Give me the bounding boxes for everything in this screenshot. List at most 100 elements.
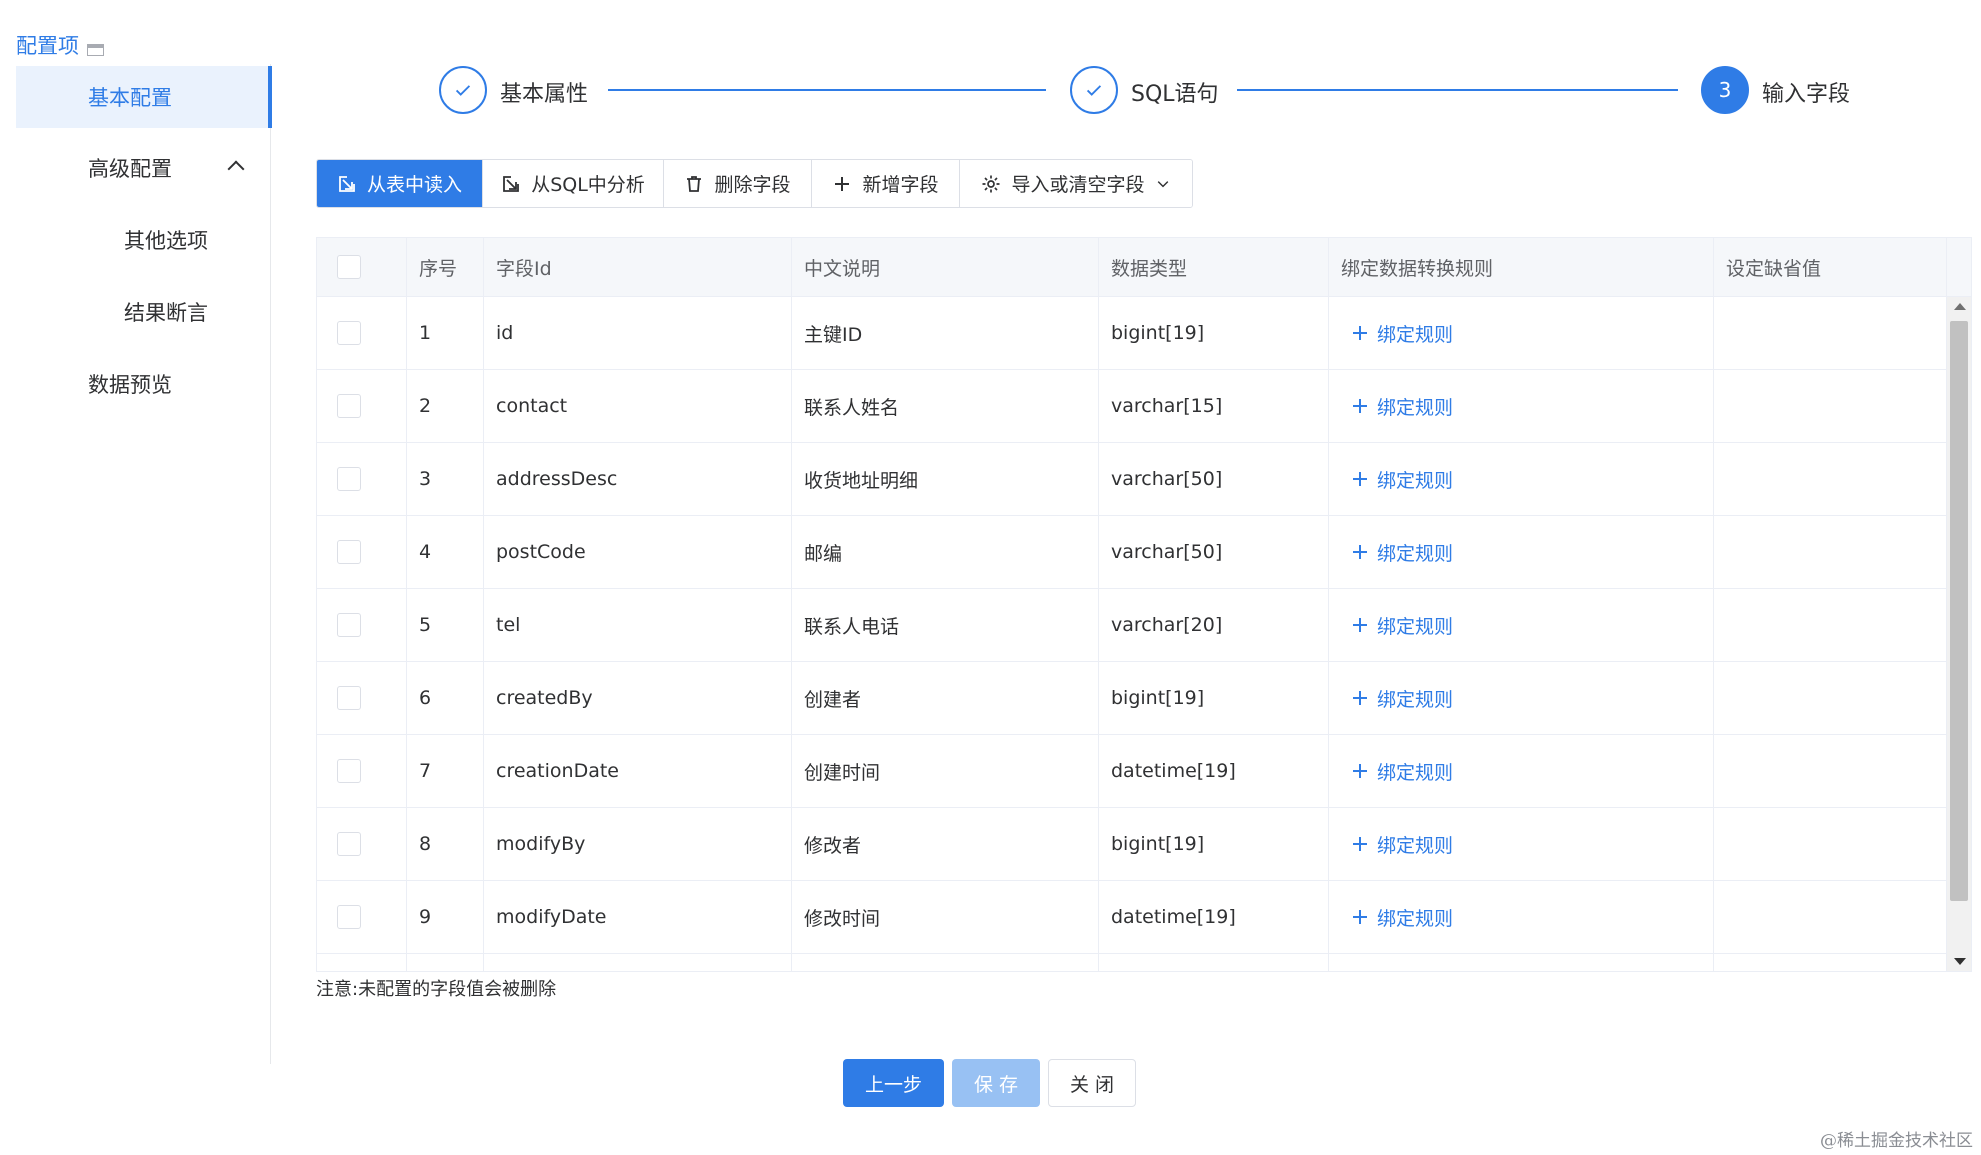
import-clear-fields-dropdown[interactable]: 导入或清空字段: [960, 160, 1192, 207]
bind-rule-link[interactable]: 绑定规则: [1329, 904, 1453, 931]
plus-icon: [1353, 472, 1367, 486]
row-checkbox[interactable]: [337, 540, 361, 564]
table-row[interactable]: 9 modifyDate 修改时间 datetime[19] 绑定规则: [317, 881, 1947, 954]
add-field-button[interactable]: 新增字段: [812, 160, 960, 207]
previous-step-button[interactable]: 上一步: [843, 1059, 944, 1107]
sidebar: 基本配置 高级配置 其他选项 结果断言 数据预览: [16, 64, 272, 1064]
row-no-cell: 6: [407, 662, 484, 734]
bind-rule-link[interactable]: 绑定规则: [1329, 685, 1453, 712]
step-label-basic: 基本属性: [500, 82, 589, 107]
sidebar-item-label: 数据预览: [88, 373, 172, 397]
row-select-cell: [317, 735, 407, 807]
table-cell: [1099, 954, 1329, 971]
read-from-table-button[interactable]: 从表中读入: [317, 160, 483, 207]
watermark: @稀土掘金技术社区: [1820, 1131, 1973, 1151]
row-checkbox[interactable]: [337, 613, 361, 637]
table-row[interactable]: 5 tel 联系人电话 varchar[20] 绑定规则: [317, 589, 1947, 662]
bind-rule-link[interactable]: 绑定规则: [1329, 393, 1453, 420]
trash-icon: [687, 175, 702, 192]
sidebar-item-result-assertion[interactable]: 结果断言: [16, 281, 270, 343]
row-data-type-cell: varchar[20]: [1099, 589, 1329, 661]
row-description-cell: 联系人电话: [792, 589, 1099, 661]
row-field-id-cell: contact: [484, 370, 792, 442]
scroll-thumb[interactable]: [1950, 321, 1968, 901]
row-data-type-cell: bigint[19]: [1099, 808, 1329, 880]
plus-icon: [1353, 399, 1367, 413]
row-bind-rule-cell: 绑定规则: [1329, 297, 1714, 369]
bind-rule-link[interactable]: 绑定规则: [1329, 466, 1453, 493]
row-select-cell: [317, 443, 407, 515]
row-bind-rule-cell: 绑定规则: [1329, 370, 1714, 442]
row-checkbox[interactable]: [337, 686, 361, 710]
table-row[interactable]: 6 createdBy 创建者 bigint[19] 绑定规则: [317, 662, 1947, 735]
table-row[interactable]: [317, 954, 1947, 971]
plus-icon: [1353, 837, 1367, 851]
bind-rule-link[interactable]: 绑定规则: [1329, 612, 1453, 639]
row-field-id-cell: tel: [484, 589, 792, 661]
column-header-description: 中文说明: [792, 238, 1099, 296]
sidebar-item-label: 基本配置: [88, 86, 172, 110]
select-all-checkbox[interactable]: [337, 255, 361, 279]
step-check-icon: [439, 66, 487, 114]
row-field-id-cell: modifyDate: [484, 881, 792, 953]
row-checkbox[interactable]: [337, 832, 361, 856]
row-bind-rule-cell: 绑定规则: [1329, 735, 1714, 807]
row-field-id-cell: id: [484, 297, 792, 369]
bind-rule-link[interactable]: 绑定规则: [1329, 320, 1453, 347]
scroll-up-arrow-icon[interactable]: [1954, 303, 1966, 310]
column-header-no: 序号: [407, 238, 484, 296]
sidebar-item-data-preview[interactable]: 数据预览: [16, 353, 270, 415]
bind-rule-link[interactable]: 绑定规则: [1329, 539, 1453, 566]
sidebar-item-basic-config[interactable]: 基本配置: [16, 66, 272, 128]
sidebar-item-other-options[interactable]: 其他选项: [16, 209, 270, 271]
delete-field-button[interactable]: 删除字段: [664, 160, 812, 207]
analyze-sql-button[interactable]: 从SQL中分析: [483, 160, 664, 207]
unconfigured-field-note: 注意:未配置的字段值会被删除: [316, 979, 557, 1000]
breadcrumb-label[interactable]: 配置项: [16, 30, 79, 60]
row-no-cell: 5: [407, 589, 484, 661]
row-field-id-cell: modifyBy: [484, 808, 792, 880]
row-description-cell: 主键ID: [792, 297, 1099, 369]
row-checkbox[interactable]: [337, 905, 361, 929]
row-field-id-cell: createdBy: [484, 662, 792, 734]
sidebar-item-advanced-config[interactable]: 高级配置: [16, 137, 270, 199]
table-row[interactable]: 8 modifyBy 修改者 bigint[19] 绑定规则: [317, 808, 1947, 881]
table-row[interactable]: 3 addressDesc 收货地址明细 varchar[50] 绑定规则: [317, 443, 1947, 516]
table-cell: [317, 954, 407, 971]
row-checkbox[interactable]: [337, 759, 361, 783]
plus-icon: [1353, 691, 1367, 705]
scroll-down-arrow-icon[interactable]: [1954, 958, 1966, 965]
row-default-value-cell: [1714, 297, 1947, 369]
row-data-type-cell: bigint[19]: [1099, 297, 1329, 369]
bind-rule-link[interactable]: 绑定规则: [1329, 831, 1453, 858]
gear-icon: [982, 175, 1000, 192]
column-header-bind-rule: 绑定数据转换规则: [1329, 238, 1714, 296]
row-select-cell: [317, 881, 407, 953]
step-connector: [1237, 89, 1678, 91]
table-scrollbar[interactable]: [1947, 297, 1971, 971]
row-select-cell: [317, 297, 407, 369]
row-description-cell: 创建者: [792, 662, 1099, 734]
row-bind-rule-cell: 绑定规则: [1329, 808, 1714, 880]
row-checkbox[interactable]: [337, 321, 361, 345]
row-checkbox[interactable]: [337, 467, 361, 491]
save-button[interactable]: 保 存: [952, 1059, 1040, 1107]
plus-icon: [1353, 545, 1367, 559]
row-no-cell: 1: [407, 297, 484, 369]
table-row[interactable]: 2 contact 联系人姓名 varchar[15] 绑定规则: [317, 370, 1947, 443]
close-button[interactable]: 关 闭: [1048, 1059, 1136, 1107]
plus-icon: [1353, 326, 1367, 340]
row-data-type-cell: datetime[19]: [1099, 881, 1329, 953]
row-description-cell: 修改者: [792, 808, 1099, 880]
row-default-value-cell: [1714, 443, 1947, 515]
column-header-data-type: 数据类型: [1099, 238, 1329, 296]
row-checkbox[interactable]: [337, 394, 361, 418]
table-row[interactable]: 1 id 主键ID bigint[19] 绑定规则: [317, 297, 1947, 370]
row-default-value-cell: [1714, 735, 1947, 807]
row-bind-rule-cell: 绑定规则: [1329, 589, 1714, 661]
table-row[interactable]: 4 postCode 邮编 varchar[50] 绑定规则: [317, 516, 1947, 589]
table-row[interactable]: 7 creationDate 创建时间 datetime[19] 绑定规则: [317, 735, 1947, 808]
bind-rule-link[interactable]: 绑定规则: [1329, 758, 1453, 785]
row-default-value-cell: [1714, 808, 1947, 880]
row-data-type-cell: bigint[19]: [1099, 662, 1329, 734]
